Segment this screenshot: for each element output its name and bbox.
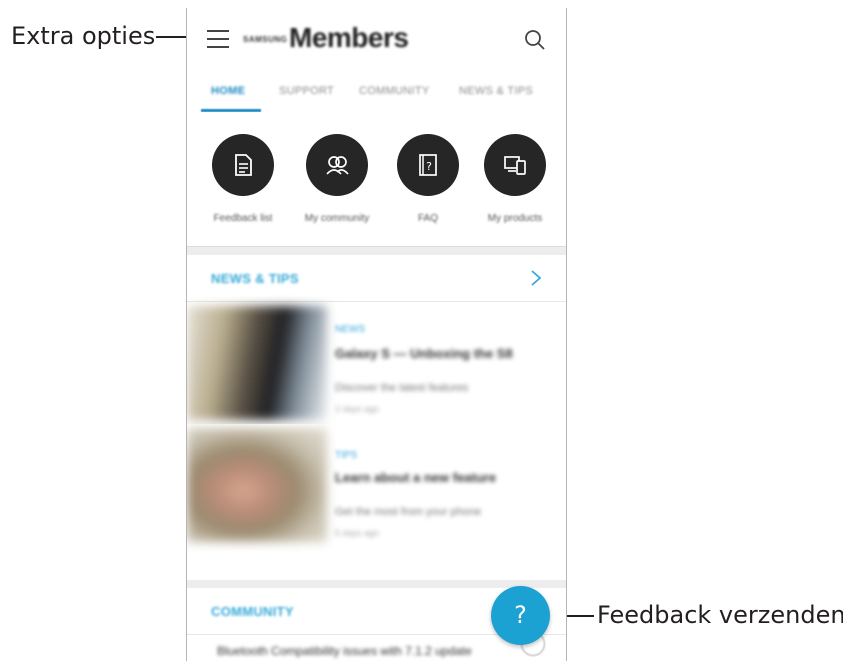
app-title: Members [289, 22, 409, 53]
my-products-label: My products [487, 213, 543, 224]
tab-news-tips[interactable]: NEWS & TIPS [459, 85, 533, 97]
people-icon [326, 156, 349, 175]
callout-extra-options: Extra opties [11, 22, 156, 50]
my-community-button[interactable] [306, 134, 368, 196]
callout-send-feedback: Feedback verzenden [597, 601, 843, 629]
article-subtitle: Get the most from your phone [335, 506, 482, 518]
section-divider [187, 580, 566, 588]
chevron-right-icon[interactable] [530, 269, 542, 287]
question-book-icon: ? [419, 154, 437, 176]
faq-button[interactable]: ? [397, 134, 459, 196]
menu-icon[interactable] [207, 30, 229, 50]
article-title: Galaxy S — Unboxing the S8 [335, 346, 513, 361]
news-tips-title: NEWS & TIPS [211, 271, 299, 286]
send-feedback-button[interactable]: ? [491, 586, 550, 645]
feedback-list-button[interactable] [212, 134, 274, 196]
community-post[interactable]: Bluetooth Compatibility issues with 7.1.… [217, 644, 472, 658]
quick-actions: ? Feedback list My community FAQ My prod… [187, 112, 566, 247]
news-article[interactable]: TIPS Learn about a new feature Get the m… [187, 424, 566, 546]
my-community-label: My community [304, 213, 370, 224]
section-divider [187, 247, 566, 255]
article-thumbnail [187, 306, 327, 420]
brand-logo: SAMSUNG [243, 35, 288, 44]
feedback-list-label: Feedback list [213, 213, 273, 224]
article-category: TIPS [335, 450, 358, 461]
news-tips-header[interactable]: NEWS & TIPS [187, 255, 566, 302]
tab-home[interactable]: HOME [211, 85, 245, 97]
document-icon [235, 154, 252, 176]
article-meta: 2 days ago [335, 404, 380, 414]
my-products-button[interactable] [484, 134, 546, 196]
article-meta: 5 days ago [335, 528, 380, 538]
tab-bar: HOME SUPPORT COMMUNITY NEWS & TIPS [187, 72, 566, 113]
devices-icon [504, 156, 526, 175]
article-category: NEWS [335, 324, 365, 335]
svg-text:?: ? [426, 160, 432, 173]
article-title: Learn about a new feature [335, 470, 497, 485]
tab-community[interactable]: COMMUNITY [359, 85, 430, 97]
faq-label: FAQ [417, 213, 438, 224]
app-bar: SAMSUNG Members [187, 8, 566, 72]
article-subtitle: Discover the latest features [335, 382, 469, 394]
article-thumbnail [187, 428, 327, 542]
search-icon[interactable] [524, 29, 546, 51]
phone-screen: SAMSUNG Members HOME SUPPORT COMMUNITY N… [186, 8, 567, 661]
tab-support[interactable]: SUPPORT [279, 85, 334, 97]
news-article[interactable]: NEWS Galaxy S — Unboxing the S8 Discover… [187, 302, 566, 424]
community-title: COMMUNITY [211, 604, 294, 619]
